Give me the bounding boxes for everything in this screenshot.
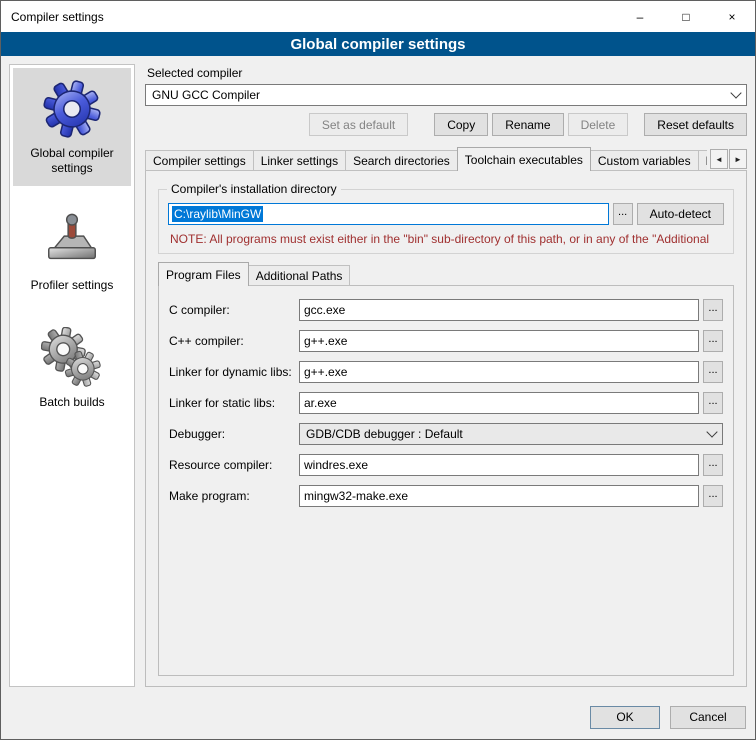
installation-directory-selected-text: C:\raylib\MinGW	[172, 206, 263, 222]
form-row-static-linker: Linker for static libs: ...	[169, 392, 723, 414]
dynamic-linker-input[interactable]	[299, 361, 699, 383]
form-row-c-compiler: C compiler: ...	[169, 299, 723, 321]
window-controls: – □ ×	[617, 1, 755, 32]
static-linker-input[interactable]	[299, 392, 699, 414]
form-row-dynamic-linker: Linker for dynamic libs: ...	[169, 361, 723, 383]
titlebar: Compiler settings – □ ×	[1, 1, 755, 32]
installation-directory-group-title: Compiler's installation directory	[167, 182, 341, 196]
tab-scroll-left-button[interactable]: ◄	[710, 149, 728, 169]
form-row-cpp-compiler: C++ compiler: ...	[169, 330, 723, 352]
selected-compiler-combobox[interactable]: GNU GCC Compiler	[145, 84, 747, 106]
chevron-down-icon	[726, 85, 746, 105]
installation-directory-input[interactable]: C:\raylib\MinGW	[168, 203, 609, 225]
form-row-resource-compiler: Resource compiler: ...	[169, 454, 723, 476]
sidebar-item-label: Batch builds	[39, 395, 104, 410]
right-arrow-icon: ►	[734, 155, 742, 164]
maximize-button[interactable]: □	[663, 1, 709, 32]
installation-directory-group: Compiler's installation directory C:\ray…	[158, 189, 734, 254]
static-linker-browse-button[interactable]: ...	[703, 392, 723, 414]
form-row-make-program: Make program: ...	[169, 485, 723, 507]
tab-toolchain-executables[interactable]: Toolchain executables	[457, 147, 591, 171]
main-panel: Selected compiler GNU GCC Compiler Set a…	[145, 64, 747, 687]
c-compiler-browse-button[interactable]: ...	[703, 299, 723, 321]
resource-compiler-input[interactable]	[299, 454, 699, 476]
program-files-panel: C compiler: ... C++ compiler: ... Linker…	[158, 285, 734, 676]
debugger-combobox[interactable]: GDB/CDB debugger : Default	[299, 423, 723, 445]
compiler-options-tabstrip: Compiler settings Linker settings Search…	[145, 147, 747, 171]
resource-compiler-browse-button[interactable]: ...	[703, 454, 723, 476]
subtab-additional-paths[interactable]: Additional Paths	[248, 265, 351, 286]
sidebar-item-label: Global compiler settings	[17, 146, 127, 176]
reset-defaults-button[interactable]: Reset defaults	[644, 113, 747, 136]
auto-detect-button[interactable]: Auto-detect	[637, 203, 724, 225]
tab-scroll-right-button[interactable]: ►	[729, 149, 747, 169]
delete-button: Delete	[568, 113, 629, 136]
cpp-compiler-input[interactable]	[299, 330, 699, 352]
sidebar-item-label: Profiler settings	[31, 278, 114, 293]
make-program-browse-button[interactable]: ...	[703, 485, 723, 507]
ok-button[interactable]: OK	[590, 706, 660, 729]
c-compiler-input[interactable]	[299, 299, 699, 321]
dynamic-linker-browse-button[interactable]: ...	[703, 361, 723, 383]
static-linker-label: Linker for static libs:	[169, 396, 299, 410]
minimize-button[interactable]: –	[617, 1, 663, 32]
settings-category-list: Global compiler settings Profiler settin…	[9, 64, 135, 687]
tab-custom-variables[interactable]: Custom variables	[590, 150, 699, 171]
debugger-value: GDB/CDB debugger : Default	[306, 427, 463, 441]
rename-button[interactable]: Rename	[492, 113, 563, 136]
copy-button[interactable]: Copy	[434, 113, 488, 136]
tab-scroll-buttons: ◄ ►	[709, 149, 747, 169]
selected-compiler-label: Selected compiler	[147, 66, 747, 80]
selected-compiler-value: GNU GCC Compiler	[152, 88, 260, 102]
toolchain-executables-page: Compiler's installation directory C:\ray…	[145, 170, 747, 687]
compiler-settings-dialog: Compiler settings – □ × Global compiler …	[0, 0, 756, 740]
dialog-header-title: Global compiler settings	[1, 32, 755, 56]
sidebar-item-profiler-settings[interactable]: Profiler settings	[13, 200, 131, 303]
resource-compiler-label: Resource compiler:	[169, 458, 299, 472]
cancel-button[interactable]: Cancel	[670, 706, 746, 729]
gear-icon	[41, 78, 103, 140]
profiler-tool-icon	[41, 210, 103, 272]
cpp-compiler-label: C++ compiler:	[169, 334, 299, 348]
tab-compiler-settings[interactable]: Compiler settings	[145, 150, 254, 171]
dialog-footer: OK Cancel	[1, 695, 755, 739]
window-title: Compiler settings	[11, 10, 104, 24]
left-arrow-icon: ◄	[715, 155, 723, 164]
dynamic-linker-label: Linker for dynamic libs:	[169, 365, 299, 379]
debugger-label: Debugger:	[169, 427, 299, 441]
tab-search-directories[interactable]: Search directories	[345, 150, 458, 171]
cpp-compiler-browse-button[interactable]: ...	[703, 330, 723, 352]
installation-directory-row: C:\raylib\MinGW ... Auto-detect	[168, 203, 724, 225]
dialog-content: Global compiler settings Profiler settin…	[1, 56, 755, 695]
browse-directory-button[interactable]: ...	[613, 203, 633, 225]
make-program-input[interactable]	[299, 485, 699, 507]
set-as-default-button: Set as default	[309, 113, 408, 136]
c-compiler-label: C compiler:	[169, 303, 299, 317]
make-program-label: Make program:	[169, 489, 299, 503]
sidebar-item-global-compiler-settings[interactable]: Global compiler settings	[13, 68, 131, 186]
close-icon: ×	[728, 10, 735, 24]
toolchain-subtabs: Program Files Additional Paths	[158, 263, 734, 286]
close-button[interactable]: ×	[709, 1, 755, 32]
tab-linker-settings[interactable]: Linker settings	[253, 150, 346, 171]
note-text: NOTE: All programs must exist either in …	[170, 232, 724, 246]
gears-stack-icon	[41, 327, 103, 389]
maximize-icon: □	[682, 10, 689, 24]
minimize-icon: –	[637, 10, 644, 24]
tab-build-options[interactable]: Build options	[698, 150, 707, 171]
tabs-scroll-area: Compiler settings Linker settings Search…	[145, 147, 707, 171]
sidebar-item-batch-builds[interactable]: Batch builds	[13, 317, 131, 420]
form-row-debugger: Debugger: GDB/CDB debugger : Default	[169, 423, 723, 445]
subtab-program-files[interactable]: Program Files	[158, 262, 249, 286]
chevron-down-icon	[702, 424, 722, 444]
compiler-actions: Set as default Copy Rename Delete Reset …	[145, 113, 747, 136]
